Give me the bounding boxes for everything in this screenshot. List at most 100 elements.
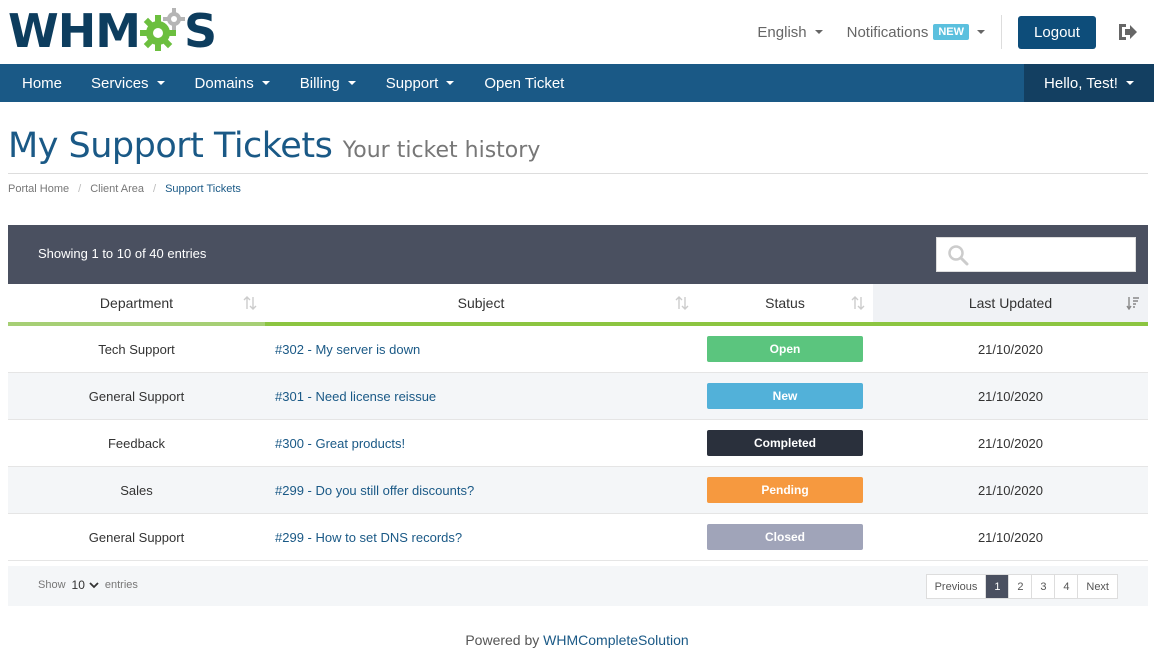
entries-label: entries: [104, 579, 138, 591]
ticket-subject-link[interactable]: #300 - Great products!: [265, 420, 697, 466]
top-links: English Notifications NEW Logout: [757, 0, 1154, 64]
status-badge: Completed: [707, 430, 863, 456]
nav-billing-label: Billing: [299, 74, 340, 92]
table-row[interactable]: Tech Support #302 - My server is down Op…: [8, 326, 1148, 373]
language-label: English: [757, 23, 807, 41]
search-input[interactable]: [936, 237, 1136, 272]
showing-entries-text: Showing 1 to 10 of 40 entries: [38, 246, 207, 261]
column-header-label: Status: [765, 295, 805, 311]
nav-support-label: Support: [385, 74, 439, 92]
status-badge: New: [707, 383, 863, 409]
cell-status: Pending: [697, 467, 873, 513]
cell-last-updated: 21/10/2020: [977, 435, 1044, 451]
pagination-page-1[interactable]: 1: [986, 575, 1010, 598]
pagination-page-4[interactable]: 4: [1055, 575, 1079, 598]
column-header-label: Subject: [457, 295, 505, 311]
status-badge: Pending: [707, 477, 863, 503]
nav-domains[interactable]: Domains: [180, 64, 285, 102]
cell-last-updated: 21/10/2020: [977, 388, 1044, 404]
caret-down-icon: [446, 81, 455, 85]
table-row[interactable]: General Support #299 - How to set DNS re…: [8, 514, 1148, 561]
user-greeting: Hello, Test!: [1044, 74, 1118, 92]
notifications-dropdown[interactable]: Notifications NEW: [847, 24, 985, 41]
sort-icon: [675, 296, 689, 310]
logo-text-right: S: [184, 4, 217, 58]
sort-descending-icon: [1126, 297, 1139, 310]
column-header-label: Last Updated: [968, 295, 1053, 311]
cell-department: Tech Support: [98, 341, 175, 357]
notifications-new-badge: NEW: [933, 24, 969, 40]
user-menu-dropdown[interactable]: Hello, Test!: [1024, 64, 1154, 102]
ticket-subject-link[interactable]: #299 - How to set DNS records?: [265, 514, 697, 560]
table-body: Tech Support #302 - My server is down Op…: [8, 326, 1148, 561]
cell-status: New: [697, 373, 873, 419]
breadcrumb: Portal Home / Client Area / Support Tick…: [8, 183, 241, 195]
table-row[interactable]: Sales #299 - Do you still offer discount…: [8, 467, 1148, 514]
cell-department: Feedback: [107, 435, 166, 451]
nav-open-ticket[interactable]: Open Ticket: [469, 64, 579, 102]
table-header-row: Department Subject Status Last Updated: [8, 284, 1148, 326]
table-row[interactable]: General Support #301 - Need license reis…: [8, 373, 1148, 420]
page-footer: Powered by WHMCompleteSolution: [0, 632, 1154, 648]
caret-down-icon: [347, 81, 356, 85]
nav-support[interactable]: Support: [371, 64, 470, 102]
sign-out-icon[interactable]: [1116, 21, 1138, 43]
cell-status: Completed: [697, 420, 873, 466]
column-header-label: Department: [99, 295, 174, 311]
breadcrumb-separator: /: [153, 183, 157, 195]
nav-home-label: Home: [22, 74, 63, 92]
breadcrumb-support-tickets: Support Tickets: [165, 183, 241, 195]
nav-billing[interactable]: Billing: [285, 64, 371, 102]
page-title: My Support Tickets: [8, 126, 333, 166]
column-header-last-updated[interactable]: Last Updated: [873, 284, 1148, 326]
nav-home[interactable]: Home: [0, 64, 76, 102]
entries-length-control: Show 10 entries: [38, 578, 138, 592]
powered-by-link[interactable]: WHMCompleteSolution: [543, 632, 689, 648]
logo-text-left: WHM: [8, 4, 141, 58]
show-label: Show: [38, 579, 66, 591]
cell-last-updated: 21/10/2020: [977, 341, 1044, 357]
breadcrumb-portal-home[interactable]: Portal Home: [8, 183, 69, 195]
sort-icon: [243, 296, 257, 310]
status-badge: Closed: [707, 524, 863, 550]
divider: [1001, 15, 1002, 49]
caret-down-icon: [156, 81, 165, 85]
sort-icon: [851, 296, 865, 310]
cell-department: Sales: [120, 482, 153, 498]
column-header-status[interactable]: Status: [697, 284, 873, 326]
cell-status: Closed: [697, 514, 873, 560]
cell-last-updated: 21/10/2020: [977, 529, 1044, 545]
logout-button[interactable]: Logout: [1018, 15, 1096, 49]
ticket-subject-link[interactable]: #301 - Need license reissue: [265, 373, 697, 419]
whmcs-logo[interactable]: WHM S: [8, 4, 217, 58]
pagination-next[interactable]: Next: [1078, 575, 1117, 598]
page-subtitle: Your ticket history: [342, 138, 541, 163]
column-header-department[interactable]: Department: [8, 284, 265, 326]
pagination-previous[interactable]: Previous: [927, 575, 987, 598]
nav-services[interactable]: Services: [76, 64, 180, 102]
breadcrumb-client-area[interactable]: Client Area: [90, 183, 144, 195]
ticket-subject-link[interactable]: #302 - My server is down: [265, 326, 697, 372]
pagination-page-3[interactable]: 3: [1032, 575, 1056, 598]
nav-open-ticket-label: Open Ticket: [484, 74, 565, 92]
entries-per-page-value: 10: [71, 578, 85, 592]
pagination-page-2[interactable]: 2: [1009, 575, 1033, 598]
chevron-down-icon: [89, 582, 99, 589]
notifications-label: Notifications: [846, 23, 929, 41]
entries-per-page-select[interactable]: 10: [72, 578, 99, 592]
table-toolbar: Showing 1 to 10 of 40 entries: [8, 225, 1148, 284]
ticket-subject-link[interactable]: #299 - Do you still offer discounts?: [265, 467, 697, 513]
cell-department: General Support: [88, 529, 185, 545]
breadcrumb-separator: /: [78, 183, 82, 195]
pagination: Previous 1 2 3 4 Next: [925, 574, 1118, 599]
column-header-subject[interactable]: Subject: [265, 284, 697, 326]
nav-domains-label: Domains: [194, 74, 254, 92]
caret-down-icon: [1125, 81, 1134, 85]
language-dropdown[interactable]: English: [757, 23, 823, 41]
cell-last-updated: 21/10/2020: [977, 482, 1044, 498]
main-navbar: Home Services Domains Billing Support Op…: [0, 64, 1154, 102]
caret-down-icon: [261, 81, 270, 85]
status-badge: Open: [707, 336, 863, 362]
page-header: My Support Tickets Your ticket history: [8, 126, 540, 166]
table-row[interactable]: Feedback #300 - Great products! Complete…: [8, 420, 1148, 467]
